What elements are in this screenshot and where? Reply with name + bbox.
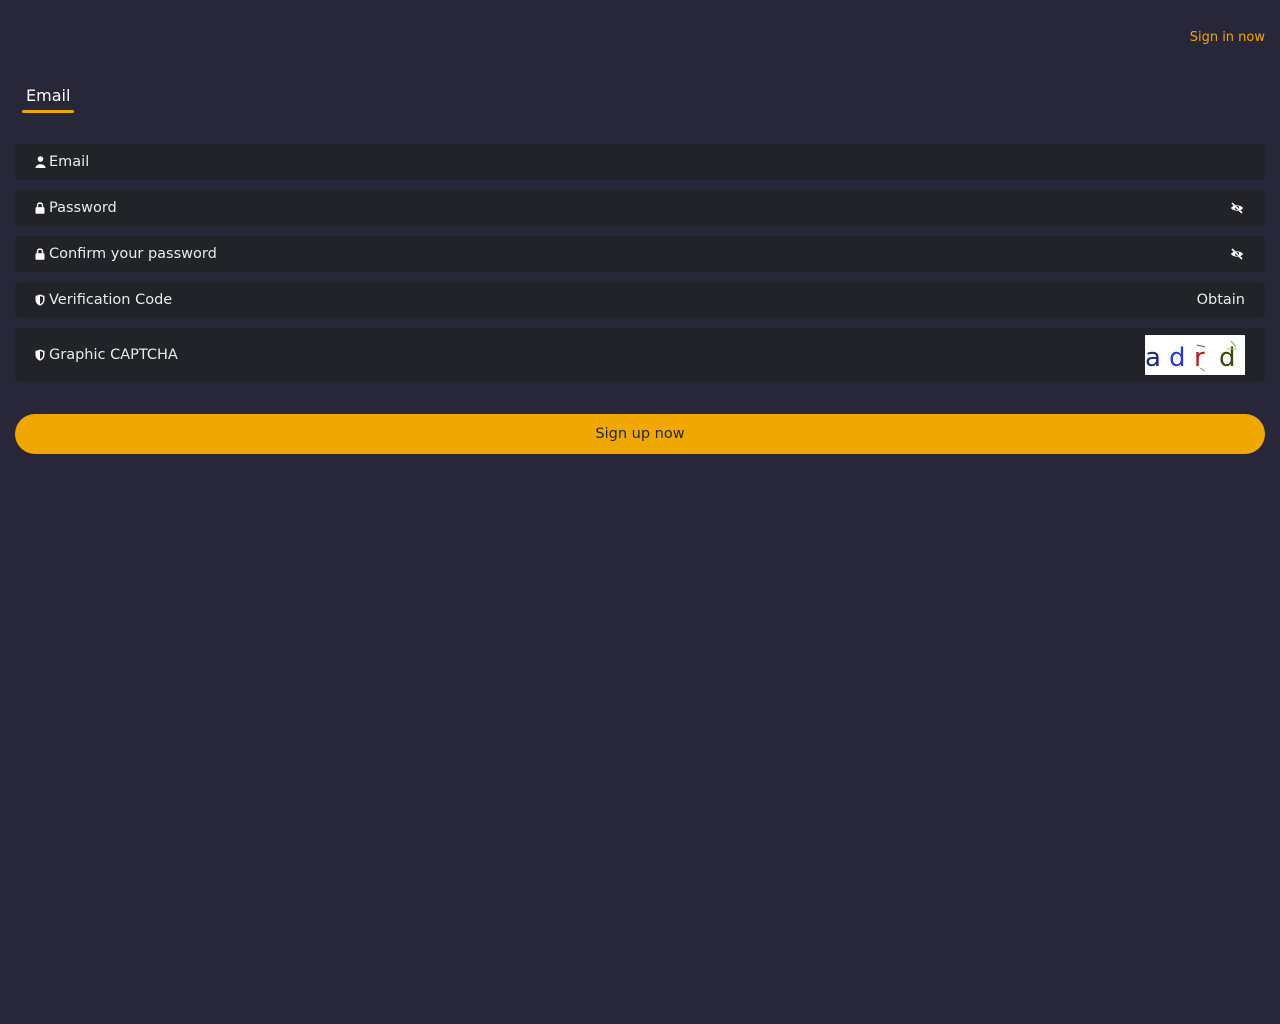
captcha-placeholder: Graphic CAPTCHA xyxy=(49,347,178,363)
obtain-code-button[interactable]: Obtain xyxy=(1197,292,1245,308)
confirm-password-placeholder: Confirm your password xyxy=(49,246,217,262)
sign-up-button[interactable]: Sign up now xyxy=(15,414,1265,454)
captcha-image[interactable]: a d r d xyxy=(1145,335,1245,375)
auth-tabs: Email xyxy=(22,86,75,113)
lock-icon xyxy=(35,248,49,260)
password-placeholder: Password xyxy=(49,200,117,216)
captcha-field[interactable]: Graphic CAPTCHA a d r d xyxy=(15,328,1265,382)
verification-code-field[interactable]: Verification Code Obtain xyxy=(15,282,1265,318)
user-icon xyxy=(35,156,49,168)
svg-text:d: d xyxy=(1169,343,1186,373)
email-placeholder: Email xyxy=(49,154,90,170)
svg-text:r: r xyxy=(1194,343,1205,373)
eye-slash-icon[interactable] xyxy=(1229,246,1245,262)
signup-form: Email Password Confirm your password Ver… xyxy=(15,144,1265,392)
confirm-password-field[interactable]: Confirm your password xyxy=(15,236,1265,272)
lock-icon xyxy=(35,202,49,214)
tab-email[interactable]: Email xyxy=(22,86,75,113)
svg-text:a: a xyxy=(1145,343,1161,373)
shield-icon xyxy=(35,349,49,361)
email-field[interactable]: Email xyxy=(15,144,1265,180)
signup-page: Sign in now Email Email Password Confirm… xyxy=(0,0,1280,1024)
eye-slash-icon[interactable] xyxy=(1229,200,1245,216)
svg-text:d: d xyxy=(1219,343,1236,373)
shield-icon xyxy=(35,294,49,306)
sign-in-link[interactable]: Sign in now xyxy=(1190,30,1265,45)
password-field[interactable]: Password xyxy=(15,190,1265,226)
verification-code-placeholder: Verification Code xyxy=(49,292,173,308)
